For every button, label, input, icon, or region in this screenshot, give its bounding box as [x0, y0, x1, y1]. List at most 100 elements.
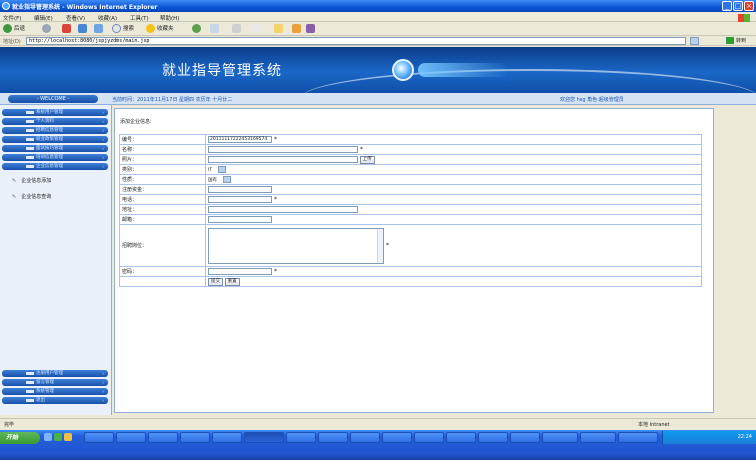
print-icon	[232, 24, 241, 33]
menu-file[interactable]: 文件(F)	[3, 14, 21, 22]
sidebar-item-interview[interactable]: 面试技巧管理 ›	[2, 145, 108, 152]
home-button[interactable]	[94, 24, 105, 34]
window-title: 就业指导管理系统 - Windows Internet Explorer	[12, 4, 158, 11]
forward-button[interactable]	[42, 24, 53, 34]
sidebar-item-recruitment[interactable]: 招聘信息管理 ›	[2, 127, 108, 134]
clock[interactable]: 22:24	[738, 434, 752, 440]
menu-edit[interactable]: 编辑(E)	[34, 14, 53, 22]
window-titlebar[interactable]: 就业指导管理系统 - Windows Internet Explorer _ □…	[0, 0, 756, 12]
pencil-icon: ✎	[12, 178, 17, 184]
sidebar-item-system[interactable]: 系统管理 ›	[2, 388, 108, 395]
field-label: 编号：	[119, 134, 206, 145]
stop-button[interactable]	[62, 24, 73, 34]
taskbar-window[interactable]	[478, 432, 508, 443]
address-dropdown-icon[interactable]	[690, 37, 699, 45]
sidebar-subitem-company-query[interactable]: ✎ 企业信息查询	[12, 193, 51, 200]
email-input[interactable]	[208, 216, 272, 223]
taskbar-window-active[interactable]	[244, 432, 284, 443]
required-mark: *	[274, 268, 277, 275]
back-button[interactable]: 后退	[3, 24, 25, 34]
menu-favorites[interactable]: 收藏(A)	[98, 14, 117, 22]
refresh-button[interactable]	[78, 24, 89, 34]
submit-button[interactable]: 提交	[208, 277, 223, 286]
chevron-down-icon	[223, 176, 231, 183]
messenger-button[interactable]	[292, 24, 303, 34]
taskbar-window[interactable]	[116, 432, 146, 443]
taskbar-window[interactable]	[180, 432, 210, 443]
quicklaunch-desktop-icon[interactable]	[54, 433, 62, 441]
required-mark: *	[274, 196, 277, 203]
form-row-photo: 照片： 上传	[119, 154, 702, 165]
sidebar-item-policy[interactable]: 就业政策管理 ›	[2, 136, 108, 143]
positions-textarea[interactable]	[208, 227, 384, 264]
sidebar-item-messages[interactable]: 留言管理 ›	[2, 379, 108, 386]
taskbar-window[interactable]	[84, 432, 114, 443]
sidebar-item-registered-users[interactable]: 注册用户管理 ›	[2, 370, 108, 377]
ie-toolbar: 后退 搜索 收藏夹	[0, 22, 756, 36]
sidebar-item-system-users[interactable]: 系统用户管理 ›	[2, 109, 108, 116]
messenger-icon	[292, 24, 301, 33]
phone-input[interactable]	[208, 196, 272, 203]
address-input-field[interactable]	[208, 206, 358, 213]
form-row-nature: 性质： 国有	[119, 174, 702, 185]
address-input[interactable]: http://localhost:8080/jspjyzdms/main.jsp	[26, 37, 686, 45]
sidebar-item-logout[interactable]: 退出 ›	[2, 397, 108, 404]
taskbar-window[interactable]	[618, 432, 658, 443]
form-row-phone: 电话： *	[119, 194, 702, 205]
sidebar-item-company[interactable]: 企业信息管理 ›	[2, 163, 108, 170]
required-mark: *	[274, 136, 277, 143]
taskbar-window[interactable]	[414, 432, 444, 443]
form-row-positions: 招聘岗位： *	[119, 224, 702, 267]
close-button[interactable]: ×	[744, 1, 754, 11]
print-button[interactable]	[232, 24, 243, 34]
taskbar-window[interactable]	[148, 432, 178, 443]
history-button[interactable]	[192, 24, 203, 34]
empty-cell	[119, 276, 206, 287]
taskbar-window[interactable]	[446, 432, 476, 443]
research-button[interactable]	[306, 24, 317, 34]
menu-help[interactable]: 帮助(H)	[160, 14, 179, 22]
field-label: 照片：	[119, 154, 206, 165]
sidebar-item-training[interactable]: 培训信息管理 ›	[2, 154, 108, 161]
menu-view[interactable]: 查看(V)	[66, 14, 85, 22]
scrollbar[interactable]	[377, 228, 383, 263]
taskbar-window[interactable]	[212, 432, 242, 443]
photo-input[interactable]	[208, 156, 358, 163]
minimize-button[interactable]: _	[722, 1, 732, 11]
user-info: 欢迎您 hsg 角色:超级管理员	[560, 97, 624, 103]
maximize-button[interactable]: □	[733, 1, 743, 11]
quicklaunch-ie-icon[interactable]	[44, 433, 52, 441]
sidebar-subitem-company-add[interactable]: ✎ 企业信息添加	[12, 177, 51, 184]
go-button[interactable]: 转到	[726, 37, 752, 45]
start-button[interactable]: 开始	[0, 432, 40, 444]
current-time: 当前时间：2011年11月17日 星期四 农历年 十月廿二	[112, 97, 233, 103]
taskbar-window[interactable]	[286, 432, 316, 443]
app-banner: 就业指导管理系统	[0, 47, 756, 93]
taskbar-window[interactable]	[510, 432, 540, 443]
password-input[interactable]	[208, 268, 272, 275]
taskbar-window[interactable]	[318, 432, 348, 443]
quicklaunch-folder-icon[interactable]	[64, 433, 72, 441]
taskbar-window[interactable]	[350, 432, 380, 443]
search-button[interactable]: 搜索	[112, 24, 134, 34]
edit-button[interactable]	[252, 24, 263, 34]
taskbar-window[interactable]	[542, 432, 578, 443]
welcome-badge: - WELCOME -	[8, 95, 98, 103]
folder-button[interactable]	[274, 24, 285, 34]
taskbar-window[interactable]	[580, 432, 616, 443]
field-label: 电话：	[119, 194, 206, 205]
mail-button[interactable]	[210, 24, 221, 34]
form-row-name: 名称： *	[119, 144, 702, 155]
taskbar-window[interactable]	[382, 432, 412, 443]
reset-button[interactable]: 重置	[224, 277, 240, 286]
nature-select[interactable]: 国有	[208, 176, 231, 183]
capital-input[interactable]	[208, 186, 272, 193]
home-icon	[94, 24, 103, 33]
sidebar-item-profile[interactable]: 个人资料 ›	[2, 118, 108, 125]
category-select[interactable]: IT	[208, 166, 227, 173]
name-input[interactable]	[208, 146, 358, 153]
id-input[interactable]: 20111117222453169574	[208, 136, 272, 143]
upload-button[interactable]: 上传	[359, 155, 375, 164]
favorites-button[interactable]: 收藏夹	[146, 24, 174, 34]
menu-tools[interactable]: 工具(T)	[130, 14, 149, 22]
